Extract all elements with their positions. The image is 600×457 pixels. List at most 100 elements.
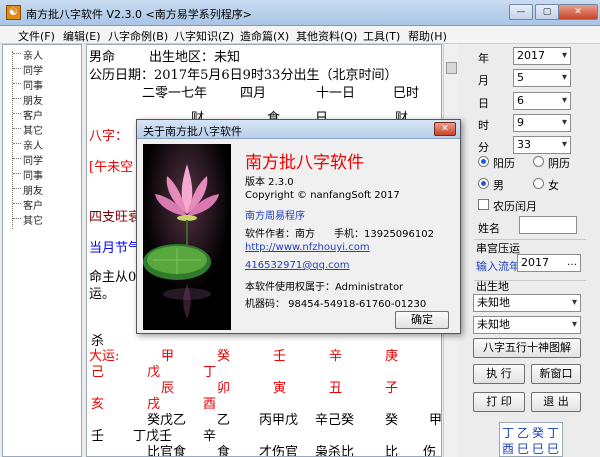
menu-bar: 文件(F) 编辑(E) 八字命例(B) 八字知识(Z) 造命篇(X) 其他资料(… xyxy=(0,26,600,44)
minute-label: 分 xyxy=(478,141,489,154)
lunar-radio[interactable] xyxy=(533,156,544,167)
hidden-stems: 乙 xyxy=(217,413,231,428)
city-select[interactable]: 未知地 xyxy=(473,316,581,334)
hidden-stems-b: 辛 xyxy=(203,429,217,444)
dialog-phone: 手机：13925096102 xyxy=(334,229,434,240)
hidden-stems: 甲 xyxy=(429,413,442,428)
name-input[interactable] xyxy=(519,216,577,234)
website-link[interactable]: http://www.nfzhouyi.com xyxy=(245,242,370,253)
dialog-license: 本软件使用权属于：Administrator xyxy=(245,282,404,293)
male-radio[interactable] xyxy=(478,178,489,189)
leap-month-checkbox[interactable] xyxy=(478,199,489,210)
birthplace-text: 出生地区：未知 xyxy=(149,50,241,65)
lunar-hour: 巳时 xyxy=(393,86,420,101)
dialog-machine-code: 机器码： 98454-54918-61760-01230 xyxy=(245,299,427,310)
tree-item[interactable]: 同学 xyxy=(13,62,43,77)
day-select[interactable]: 6 xyxy=(513,92,571,110)
bagua-icon: ☯ xyxy=(6,5,21,20)
dialog-close-button[interactable]: ✕ xyxy=(434,122,456,136)
tree-item[interactable]: 同学 xyxy=(13,152,43,167)
new-window-button[interactable]: 新窗口 xyxy=(531,364,581,384)
panel-label: 串宫压运 xyxy=(476,242,520,255)
dayun-branch-a: 丁 xyxy=(203,365,217,380)
menu-help[interactable]: 帮助(H) xyxy=(408,28,447,44)
kongwang-text: [午未空 xyxy=(89,160,134,175)
dayun-branch-a: 戊 xyxy=(147,365,161,380)
lunar-year: 二零一七年 xyxy=(142,86,208,101)
tree-item[interactable]: 其它 xyxy=(13,122,43,137)
ok-button[interactable]: 确定 xyxy=(395,311,449,329)
scroll-thumb[interactable] xyxy=(446,62,457,74)
tree-item[interactable]: 同事 xyxy=(13,167,43,182)
solar-radio[interactable] xyxy=(478,156,489,167)
hour-select[interactable]: 9 xyxy=(513,114,571,132)
grid-stem: 癸 xyxy=(532,426,545,440)
lotus-icon xyxy=(143,144,231,330)
tree-item[interactable]: 亲人 xyxy=(13,137,43,152)
email-link[interactable]: 416532971@qq.com xyxy=(245,260,350,271)
more-icon[interactable]: … xyxy=(567,255,577,271)
lunar-day: 十一日 xyxy=(316,86,356,101)
tree-item[interactable]: 同事 xyxy=(13,77,43,92)
ten-gods-row: 食 xyxy=(217,445,231,457)
enter-year-input[interactable]: 2017 … xyxy=(517,254,581,272)
program-link[interactable]: 南方周易程序 xyxy=(245,207,305,222)
name-label: 姓名 xyxy=(478,222,500,235)
maximize-button[interactable]: ▢ xyxy=(535,4,559,20)
gender-text: 男命 xyxy=(89,50,116,65)
hidden-stems: 丙甲戊 xyxy=(259,413,299,428)
exit-button[interactable]: 退 出 xyxy=(531,392,581,412)
hour-label: 时 xyxy=(478,119,489,132)
solar-date-text: 公历日期：2017年5月6日9时33分出生（北京时间） xyxy=(89,68,398,83)
ten-gods-row: 比 xyxy=(385,445,399,457)
ten-gods-row: 比官食 xyxy=(147,445,187,457)
hidden-stems-b: 壬 xyxy=(91,429,105,444)
tree-item[interactable]: 朋友 xyxy=(13,92,43,107)
tree-item[interactable]: 朋友 xyxy=(13,182,43,197)
grid-branch: 巳 xyxy=(517,442,530,456)
run-button[interactable]: 执 行 xyxy=(473,364,525,384)
wuxing-chart-button[interactable]: 八字五行十神图解 xyxy=(473,338,581,358)
female-radio[interactable] xyxy=(533,178,544,189)
birthplace-label: 出生地 xyxy=(476,280,509,293)
menu-edit[interactable]: 编辑(E) xyxy=(63,28,101,44)
relation-tree[interactable]: 亲人 同学 同事 朋友 客户 其它 亲人 同学 同事 朋友 客户 其它 xyxy=(2,44,82,457)
month-select[interactable]: 5 xyxy=(513,69,571,87)
tree-item[interactable]: 其它 xyxy=(13,212,43,227)
grid-branch: 巳 xyxy=(547,442,560,456)
grid-branch: 巳 xyxy=(532,442,545,456)
province-select[interactable]: 未知地 xyxy=(473,294,581,312)
menu-bazi-cases[interactable]: 八字命例(B) xyxy=(108,28,168,44)
dayun-branch: 卯 xyxy=(217,381,231,396)
dayun-branch: 子 xyxy=(385,381,399,396)
dayun-stem: 壬 xyxy=(273,349,287,364)
ten-gods-row: 伤 xyxy=(423,445,437,457)
year-label: 年 xyxy=(478,52,489,65)
menu-zaoming[interactable]: 造命篇(X) xyxy=(240,28,289,44)
hidden-stems: 辛己癸 xyxy=(315,413,355,428)
solar-term-text: 当月节气 xyxy=(89,241,142,256)
tree-item[interactable]: 客户 xyxy=(13,197,43,212)
enter-year-value: 2017 xyxy=(521,256,549,269)
bazi-label: 八字： xyxy=(89,129,129,144)
dayun-stem: 辛 xyxy=(329,349,343,364)
menu-tools[interactable]: 工具(T) xyxy=(363,28,400,44)
close-button[interactable]: ✕ xyxy=(558,4,598,20)
enter-year-label: 输入流年 xyxy=(476,260,520,273)
print-button[interactable]: 打 印 xyxy=(473,392,525,412)
dayun-branch-b: 酉 xyxy=(203,397,217,412)
branch-strength-text: 四支旺衰 xyxy=(89,210,142,225)
tree-item[interactable]: 亲人 xyxy=(13,47,43,62)
menu-file[interactable]: 文件(F) xyxy=(18,28,55,44)
dialog-copyright: Copyright © nanfangSoft 2017 xyxy=(245,190,400,201)
menu-bazi-knowledge[interactable]: 八字知识(Z) xyxy=(174,28,234,44)
dayun-stem: 庚 xyxy=(385,349,399,364)
dialog-author: 软件作者：南方 xyxy=(245,229,315,240)
minimize-button[interactable]: — xyxy=(509,4,533,20)
menu-other-docs[interactable]: 其他资料(Q) xyxy=(296,28,357,44)
year-select[interactable]: 2017 xyxy=(513,47,571,65)
ten-gods-row: 枭杀比 xyxy=(315,445,355,457)
tree-item[interactable]: 客户 xyxy=(13,107,43,122)
minute-select[interactable]: 33 xyxy=(513,136,571,154)
dialog-version: 版本 2.3.0 xyxy=(245,177,294,188)
